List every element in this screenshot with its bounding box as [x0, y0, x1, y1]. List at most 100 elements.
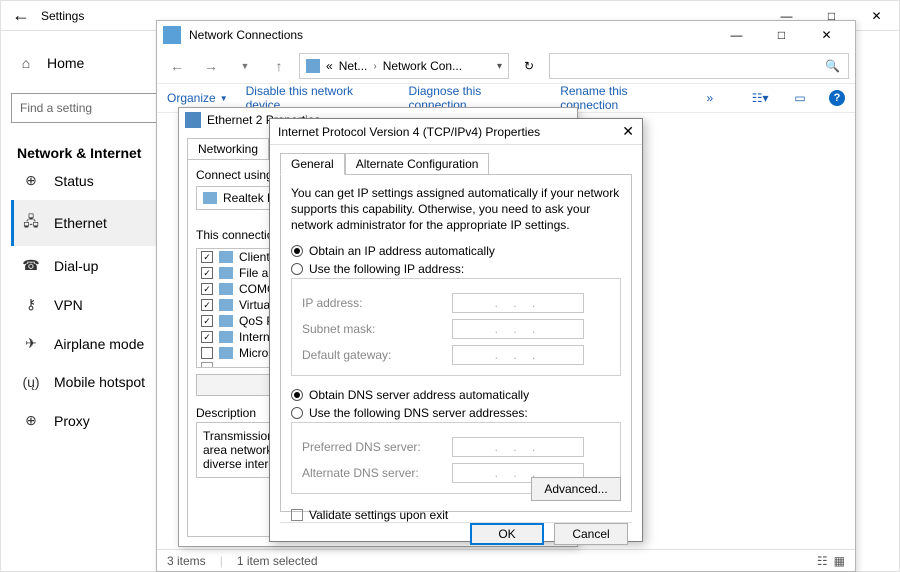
home-icon: ⌂ — [17, 55, 35, 71]
cmd-more[interactable]: » — [707, 91, 714, 105]
refresh-icon[interactable]: ↻ — [515, 59, 543, 73]
close-button[interactable]: ✕ — [854, 1, 899, 31]
help-text: You can get IP settings assigned automat… — [291, 185, 621, 234]
view-options-icon[interactable]: ☷▾ — [749, 91, 771, 105]
component-icon — [219, 299, 233, 311]
default-gateway-label: Default gateway: — [302, 348, 452, 362]
close-icon[interactable]: ✕ — [622, 123, 634, 140]
subnet-mask-label: Subnet mask: — [302, 322, 452, 336]
radio-ip-manual[interactable]: Use the following IP address: — [291, 262, 621, 276]
ok-button[interactable]: OK — [470, 523, 544, 545]
radio-icon — [291, 245, 303, 257]
breadcrumb-seg2[interactable]: Network Con... — [383, 59, 462, 73]
view-large-icon[interactable]: ▦ — [834, 554, 845, 568]
radio-dns-manual[interactable]: Use the following DNS server addresses: — [291, 406, 621, 420]
vpn-icon: ⚷ — [22, 296, 40, 313]
checkbox-icon[interactable] — [201, 347, 213, 359]
radio-ip-auto[interactable]: Obtain an IP address automatically — [291, 244, 621, 258]
view-details-icon[interactable]: ☷ — [817, 554, 828, 568]
status-item-count: 3 items — [167, 554, 206, 568]
sidebar-item-label: Mobile hotspot — [54, 374, 145, 390]
breadcrumb[interactable]: « Net... › Network Con... ▾ — [299, 53, 509, 79]
ip-address-input[interactable]: . . . — [452, 293, 584, 313]
search-placeholder: Find a setting — [20, 101, 92, 115]
sidebar-item-label: Status — [54, 173, 94, 189]
checkbox-icon[interactable]: ✓ — [201, 299, 213, 311]
eth-app-icon — [185, 112, 201, 128]
radio-label: Use the following DNS server addresses: — [309, 406, 528, 420]
checkbox-icon[interactable]: ✓ — [201, 283, 213, 295]
component-icon — [219, 251, 233, 263]
hotspot-icon: (ų) — [22, 374, 40, 390]
chevron-down-icon: ▼ — [220, 94, 228, 103]
sidebar-item-label: Airplane mode — [54, 336, 144, 352]
nc-search-input[interactable]: 🔍 — [549, 53, 849, 79]
ip-address-group: IP address: . . . Subnet mask: . . . Def… — [291, 278, 621, 376]
airplane-icon: ✈ — [22, 335, 40, 352]
ipv4-title: Internet Protocol Version 4 (TCP/IPv4) P… — [278, 125, 540, 139]
nav-up-icon[interactable]: ↑ — [265, 52, 293, 80]
checkbox-icon[interactable]: ✓ — [201, 331, 213, 343]
home-label: Home — [47, 55, 84, 71]
subnet-mask-input[interactable]: . . . — [452, 319, 584, 339]
back-icon[interactable]: ← — [1, 5, 41, 26]
component-icon — [219, 315, 233, 327]
component-icon — [219, 283, 233, 295]
nc-navbar: ← → ▼ ↑ « Net... › Network Con... ▾ ↻ 🔍 — [157, 49, 855, 83]
sidebar-item-label: Ethernet — [54, 215, 107, 231]
nc-maximize-button[interactable]: □ — [759, 20, 804, 50]
checkbox-icon[interactable]: ✓ — [201, 267, 213, 279]
sidebar-item-label: Dial-up — [54, 258, 98, 274]
radio-label: Obtain DNS server address automatically — [309, 388, 529, 402]
sidebar-item-label: Proxy — [54, 413, 90, 429]
breadcrumb-seg1[interactable]: Net... — [339, 59, 368, 73]
component-icon — [219, 347, 233, 359]
validate-checkbox-row[interactable]: Validate settings upon exit — [291, 508, 621, 522]
chevron-down-icon[interactable]: ▾ — [497, 61, 502, 72]
cancel-button[interactable]: Cancel — [554, 523, 628, 545]
nc-close-button[interactable]: ✕ — [804, 20, 849, 50]
help-icon[interactable]: ? — [829, 90, 845, 106]
search-icon: 🔍 — [825, 59, 840, 73]
nav-forward-icon[interactable]: → — [197, 52, 225, 80]
settings-title: Settings — [41, 9, 84, 23]
radio-icon — [291, 263, 303, 275]
sidebar-item-label: VPN — [54, 297, 83, 313]
radio-icon — [291, 407, 303, 419]
ipv4-properties-window: Internet Protocol Version 4 (TCP/IPv4) P… — [269, 118, 643, 542]
status-icon: ⊕ — [22, 172, 40, 189]
preview-pane-icon[interactable]: ▭ — [789, 91, 811, 105]
nav-history-icon[interactable]: ▼ — [231, 52, 259, 80]
ethernet-icon: 🖧 — [22, 211, 40, 235]
dialup-icon: ☎ — [22, 257, 40, 274]
default-gateway-input[interactable]: . . . — [452, 345, 584, 365]
cmd-rename[interactable]: Rename this connection — [560, 84, 688, 112]
ipv4-tabs: General Alternate Configuration — [270, 145, 642, 175]
checkbox-icon[interactable]: ✓ — [201, 251, 213, 263]
radio-icon — [291, 389, 303, 401]
checkbox-icon — [291, 509, 303, 521]
preferred-dns-label: Preferred DNS server: — [302, 440, 452, 454]
alternate-dns-label: Alternate DNS server: — [302, 466, 452, 480]
breadcrumb-ellipsis: « — [326, 59, 333, 73]
radio-dns-auto[interactable]: Obtain DNS server address automatically — [291, 388, 621, 402]
advanced-button[interactable]: Advanced... — [531, 477, 621, 501]
ipv4-titlebar: Internet Protocol Version 4 (TCP/IPv4) P… — [270, 119, 642, 145]
component-icon — [219, 267, 233, 279]
tab-alternate-config[interactable]: Alternate Configuration — [345, 153, 490, 175]
ipv4-panel: You can get IP settings assigned automat… — [280, 174, 632, 512]
ip-address-label: IP address: — [302, 296, 452, 310]
tab-general[interactable]: General — [280, 153, 345, 175]
radio-label: Use the following IP address: — [309, 262, 464, 276]
checkbox-icon[interactable]: ✓ — [201, 315, 213, 327]
tab-networking[interactable]: Networking — [187, 138, 269, 159]
preferred-dns-input[interactable]: . . . — [452, 437, 584, 457]
nc-minimize-button[interactable]: — — [714, 20, 759, 50]
cmd-organize[interactable]: Organize ▼ — [167, 91, 228, 105]
radio-label: Obtain an IP address automatically — [309, 244, 495, 258]
validate-label: Validate settings upon exit — [309, 508, 448, 522]
search-input[interactable]: Find a setting — [11, 93, 171, 123]
breadcrumb-icon — [306, 59, 320, 73]
nc-title: Network Connections — [189, 28, 303, 42]
nav-back-icon[interactable]: ← — [163, 52, 191, 80]
